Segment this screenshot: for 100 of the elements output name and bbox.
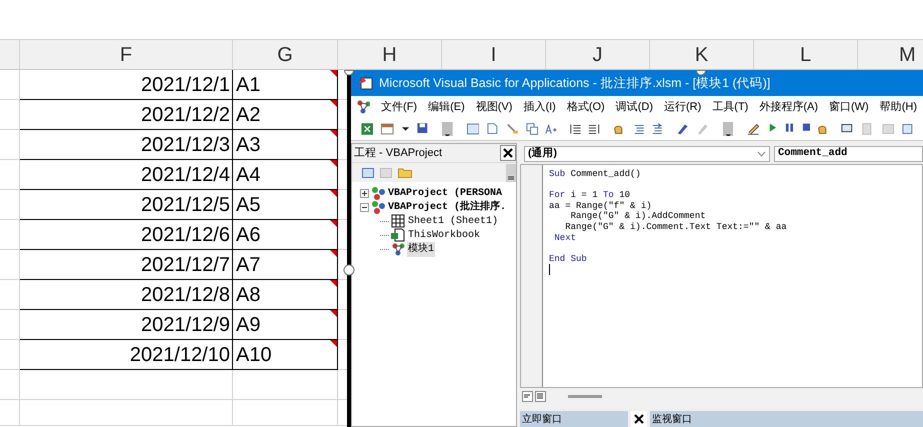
comment-indicator-icon[interactable] [330,100,337,107]
collapse-icon[interactable] [360,202,369,212]
date-cell: 2021/12/9 [20,310,233,340]
outdent-icon[interactable] [588,122,600,136]
sheet-icon [391,214,405,228]
column-header[interactable]: J [592,40,602,70]
indent-icon[interactable] [569,122,582,136]
module-icon [391,242,405,256]
column-header[interactable]: G [277,40,293,70]
comment-indicator-icon[interactable] [330,130,337,137]
menu-item[interactable]: 调试(D) [616,98,653,116]
column-header[interactable]: M [899,40,916,70]
list-icon[interactable] [632,122,646,136]
label-cell-text: A10 [236,342,272,368]
pane-title: 工程 - VBAProject [354,146,442,161]
molecule-icon [357,100,370,114]
scrollbar-icon[interactable] [506,164,516,182]
menu-item[interactable]: 运行(R) [664,98,702,116]
menu-item[interactable]: 视图(V) [476,98,512,116]
comment-indicator-icon[interactable] [330,280,337,287]
column-header[interactable]: L [800,40,812,70]
date-cell: 2021/12/4 [20,160,233,190]
resize-handle-icon[interactable] [344,70,354,77]
date-cell: 2021/12/8 [20,280,233,310]
toolbar-grip-icon[interactable] [442,122,452,136]
column-header[interactable]: H [382,40,397,70]
comment-indicator-icon[interactable] [330,250,337,257]
procedure-view-icon[interactable] [522,391,533,402]
label-cell-text: A5 [236,192,260,218]
comment-indicator-icon[interactable] [330,160,337,167]
toolbar-grip-icon[interactable] [722,122,734,136]
code-line: Range("G" & i).AddComment [570,211,707,222]
object-dropdown[interactable]: (通用) [524,146,770,162]
menu-item[interactable]: 工具(T) [712,98,748,116]
workbook-icon [391,228,405,242]
view-code-icon[interactable] [362,168,374,178]
row-header [0,160,20,190]
expand-icon[interactable] [360,188,369,198]
design-icon[interactable] [747,122,760,136]
pen-icon[interactable] [676,122,688,136]
label-cell-text: A1 [236,72,260,98]
column-header[interactable]: I [490,40,496,70]
project-icon [371,200,385,214]
chevron-icon [757,150,766,156]
code-editor[interactable]: Sub Comment_add() For i = 1 To 10 aa = Range("f" & i) Range("G" & i).AddComment Range("G" & i).Comment.Text Text:="" & aa Next End Sub [520,164,923,388]
row-header [0,310,20,340]
resize-handle-icon[interactable] [343,264,355,276]
project-icon [371,186,385,200]
module-view-icon[interactable] [535,391,546,402]
code-line: Next [553,232,578,244]
menu-item[interactable]: 格式(O) [566,98,605,116]
tree-item[interactable]: VBAProject (PERSONA [387,186,504,200]
label-cell-text: A7 [236,252,260,278]
row-header [0,280,20,310]
menu-item[interactable]: 外接程序(A) [759,98,818,116]
tree-item[interactable]: ThisWorkbook [407,228,482,242]
close-icon[interactable] [500,145,516,161]
close-icon[interactable] [631,411,647,427]
column-header[interactable]: K [694,40,708,70]
menu-item[interactable]: 插入(I) [523,98,556,116]
comment-indicator-icon[interactable] [330,220,337,227]
menu-item[interactable]: 窗口(W) [829,98,869,116]
date-cell: 2021/12/6 [20,220,233,250]
label-cell-text: A8 [236,282,260,308]
text-cursor [549,264,550,276]
resize-handle-icon[interactable] [696,70,706,77]
comment-indicator-icon[interactable] [330,310,337,317]
window-title: Microsoft Visual Basic for Applications - 批注排序.xlsm - [模块1 (代码)] [379,74,770,92]
window-icon[interactable] [466,122,479,136]
tree-item[interactable]: VBAProject (批注排序. [387,200,508,214]
toolbox-icon[interactable] [902,122,914,136]
row-header [0,130,20,160]
pages-icon[interactable] [526,122,539,136]
tree-item[interactable]: Sheet1 (Sheet1) [407,214,500,228]
tree-item[interactable]: 模块1 [407,242,436,256]
page-icon[interactable] [486,122,498,136]
procedure-dropdown[interactable]: Comment_add [774,146,923,162]
label-cell-text: A3 [236,132,260,158]
date-cell: 2021/12/1 [20,70,233,100]
menu-item[interactable]: 编辑(E) [428,98,465,116]
comment-indicator-icon[interactable] [330,340,337,347]
label-cell-text: A4 [236,162,260,188]
row-header [0,400,20,426]
folder-icon[interactable] [398,167,412,178]
brush-icon[interactable] [506,122,518,136]
scroll-thumb[interactable] [568,395,602,398]
code-line: aa = Range("f" & i) [549,200,653,212]
menu-item[interactable]: 帮助(H) [880,98,917,116]
row-header [0,340,20,370]
excel-icon[interactable] [361,122,374,136]
code-line: Range("G" & i).Comment.Text Text:="" & aa [564,222,787,233]
comment-indicator-icon[interactable] [330,190,337,197]
code-line: For i = 1 To 10 [549,190,632,201]
text-icon[interactable] [544,122,558,136]
column-header[interactable]: F [120,40,132,70]
row-header [0,100,20,130]
menu-item[interactable]: 文件(F) [381,98,418,116]
form-icon[interactable] [381,122,394,136]
list-arrow-icon[interactable] [651,122,664,136]
save-icon[interactable] [417,122,428,136]
